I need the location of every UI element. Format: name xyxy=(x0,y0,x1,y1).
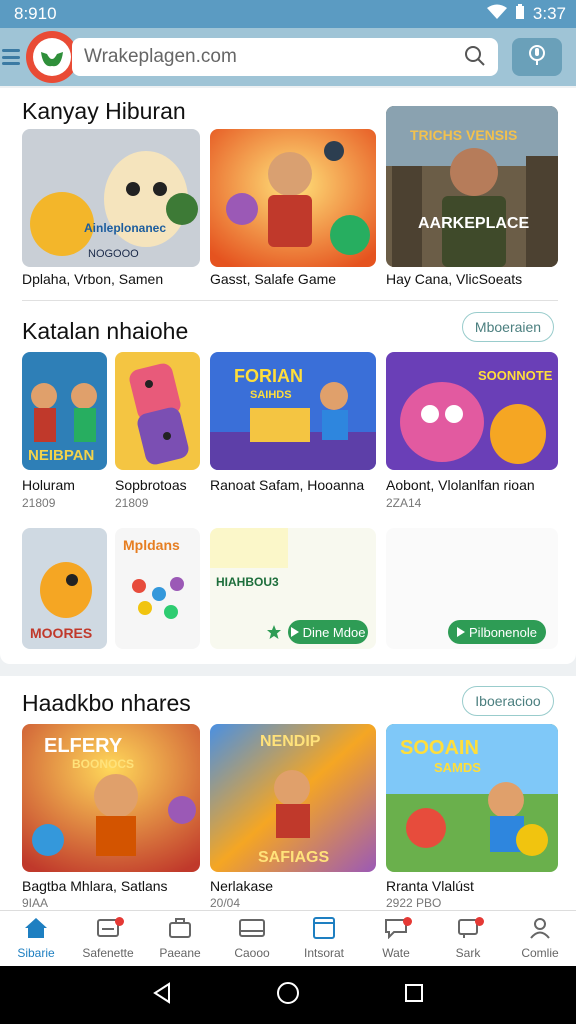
nav-item-home[interactable]: Sibarie xyxy=(0,911,72,966)
app-label[interactable]: Bagtba Mhlara, Satlans xyxy=(22,878,168,894)
status-clock: 3:37 xyxy=(532,4,566,23)
app-thumbnail[interactable]: ELFERY BOONOCS xyxy=(22,724,200,872)
app-label[interactable]: Dplaha, Vrbon, Samen xyxy=(22,271,163,287)
thumb-text: FORIAN xyxy=(234,366,303,386)
promo-cta-button[interactable]: Pilbonenole xyxy=(448,620,546,644)
battery-icon xyxy=(515,3,525,25)
status-icons: 3:37 xyxy=(486,3,566,25)
thumb-text: BOONOCS xyxy=(72,757,134,771)
home-icon xyxy=(24,917,48,942)
section-title: Haadkbo nhares xyxy=(22,690,191,716)
thumb-text: NEIBPAN xyxy=(28,447,94,464)
nav-item-cart[interactable]: Sark xyxy=(432,911,504,966)
app-thumbnail[interactable] xyxy=(115,352,200,470)
notification-badge xyxy=(403,917,412,926)
nav-item-profile[interactable]: Comlie xyxy=(504,911,576,966)
thumb-text: NENDIP xyxy=(260,733,321,750)
thumb-text: MOORES xyxy=(30,625,92,641)
app-thumbnail[interactable]: SOONNOTE xyxy=(386,352,558,470)
tablet-icon xyxy=(312,917,336,942)
thumb-text: SOONNOTE xyxy=(478,368,553,383)
app-label[interactable]: Hay Cana, VlicSoeats xyxy=(386,271,522,287)
search-icon[interactable] xyxy=(464,45,486,73)
thumb-text: ELFERY xyxy=(44,735,123,757)
play-icon xyxy=(457,627,466,637)
thumb-text: SAMDS xyxy=(434,760,481,775)
app-thumbnail[interactable]: NEIBPAN xyxy=(22,352,107,470)
thumb-text: SAFIAGS xyxy=(258,849,329,866)
star-icon xyxy=(266,624,282,640)
nav-item-chat[interactable]: Wate xyxy=(360,911,432,966)
app-label[interactable]: Sopbrotoas xyxy=(115,477,187,493)
app-label[interactable]: Aobont, Vlolanlfan rioan xyxy=(386,477,535,493)
app-meta: 2ZA14 xyxy=(386,496,422,510)
app-thumbnail[interactable] xyxy=(210,129,376,267)
app-thumbnail[interactable]: MOORES xyxy=(22,528,107,649)
app-thumbnail[interactable]: Mpldans xyxy=(115,528,200,649)
content-card: Kanyay Hiburan Ainleplonanec NOGOOO TRIC… xyxy=(0,88,576,664)
app-thumbnail[interactable]: SOOAIN SAMDS xyxy=(386,724,558,872)
back-icon[interactable] xyxy=(152,981,172,1009)
more-button[interactable]: Iboeracioo xyxy=(462,686,554,716)
app-thumbnail[interactable]: TRICHS VENSIS AARKEPLACE xyxy=(386,106,558,267)
mic-button[interactable] xyxy=(512,38,562,76)
recents-icon[interactable] xyxy=(404,983,424,1008)
notification-badge xyxy=(475,917,484,926)
app-thumbnail[interactable]: Ainleplonanec NOGOOO xyxy=(22,129,200,267)
section-title: Katalan nhaiohe xyxy=(22,318,189,344)
app-meta: 21809 xyxy=(115,496,149,510)
card-icon xyxy=(239,917,265,942)
mic-icon xyxy=(528,44,546,71)
promo-text: HIAHBOU3 xyxy=(216,575,279,589)
promo-banner[interactable]: HIAHBOU3 Dine Mdoe xyxy=(210,528,376,649)
app-bar: Wrakeplagen.com xyxy=(0,28,576,86)
thumb-text: SOOAIN xyxy=(400,737,479,759)
status-bar: 8:910 3:37 xyxy=(0,0,576,28)
app-meta: 21809 xyxy=(22,496,56,510)
app-label[interactable]: Gasst, Salafe Game xyxy=(210,271,336,287)
app-label[interactable]: Nerlakase xyxy=(210,878,273,894)
search-placeholder: Wrakeplagen.com xyxy=(84,46,237,67)
thumb-text: AARKEPLACE xyxy=(418,215,529,232)
profile-icon xyxy=(528,917,552,942)
status-time: 8:910 xyxy=(14,4,57,23)
thumb-text: NOGOOO xyxy=(88,248,139,260)
briefcase-icon xyxy=(168,917,192,942)
play-icon xyxy=(290,627,299,637)
nav-item-card[interactable]: Caooo xyxy=(216,911,288,966)
app-thumbnail[interactable]: NENDIP SAFIAGS xyxy=(210,724,376,872)
system-navigation-bar xyxy=(0,966,576,1024)
thumb-text: Ainleplonanec xyxy=(84,221,166,235)
thumb-text: TRICHS VENSIS xyxy=(410,127,517,143)
more-button[interactable]: Mboeraien xyxy=(462,312,554,342)
menu-icon[interactable] xyxy=(2,49,20,65)
app-meta: 2922 PBO xyxy=(386,896,442,910)
app-label[interactable]: Ranoat Safam, Hooanna xyxy=(210,477,364,493)
notification-badge xyxy=(115,917,124,926)
app-thumbnail[interactable]: FORIAN SAIHDS xyxy=(210,352,376,470)
app-label[interactable]: Holuram xyxy=(22,477,75,493)
app-meta: 20/04 xyxy=(210,896,241,910)
nav-item-tablet[interactable]: Intsorat xyxy=(288,911,360,966)
app-label[interactable]: Rranta Vlalúst xyxy=(386,878,474,894)
promo-banner[interactable]: Pilbonenole xyxy=(386,528,558,649)
thumb-text: SAIHDS xyxy=(250,389,292,401)
bottom-navigation: Sibarie Safenette Paeane Caooo Intsorat … xyxy=(0,910,576,966)
promo-cta-button[interactable]: Dine Mdoe xyxy=(288,620,368,644)
divider xyxy=(22,300,558,301)
search-input[interactable]: Wrakeplagen.com xyxy=(72,38,498,76)
section-title: Kanyay Hiburan xyxy=(22,98,186,124)
home-circle-icon[interactable] xyxy=(276,981,300,1010)
app-logo[interactable] xyxy=(26,31,78,83)
nav-item-inbox[interactable]: Safenette xyxy=(72,911,144,966)
wifi-icon xyxy=(486,4,507,25)
thumb-text: Mpldans xyxy=(123,537,180,553)
app-meta: 9IAA xyxy=(22,896,49,910)
content-card: Haadkbo nhares Iboeracioo ELFERY BOONOCS… xyxy=(0,676,576,910)
nav-item-briefcase[interactable]: Paeane xyxy=(144,911,216,966)
